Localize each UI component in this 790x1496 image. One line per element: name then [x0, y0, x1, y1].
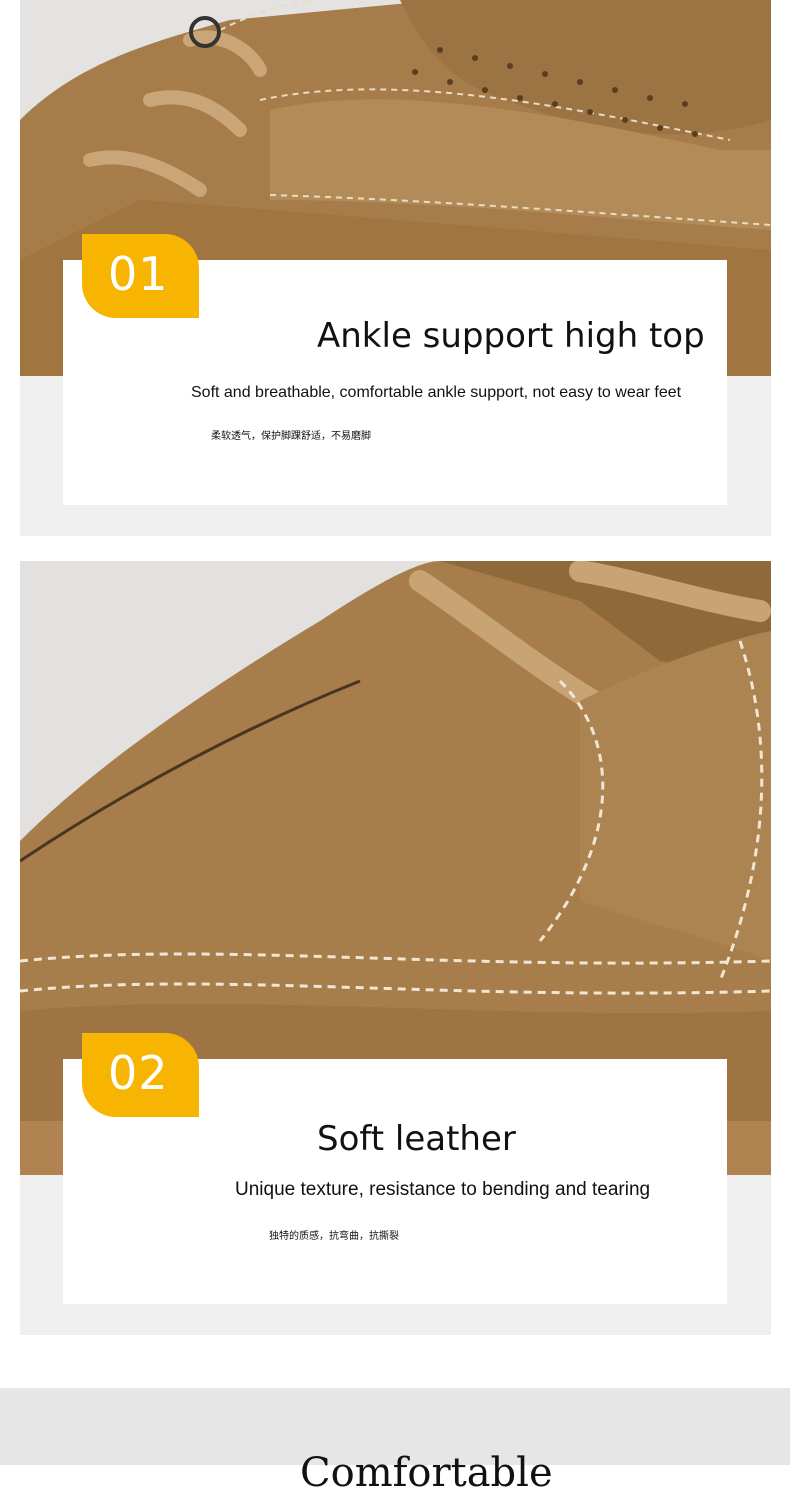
feature-subtitle-cn: 柔软透气，保护脚踝舒适，不易磨脚	[211, 431, 371, 442]
feature-title: Soft leather	[317, 1119, 516, 1159]
next-section-title: Comfortable	[300, 1450, 553, 1496]
feature-subtitle: Soft and breathable, comfortable ankle s…	[191, 384, 682, 401]
feature-subtitle-cn: 独特的质感，抗弯曲，抗撕裂	[269, 1231, 399, 1242]
feature-subtitle: Unique texture, resistance to bending an…	[235, 1179, 651, 1200]
feature-number-badge: 02	[82, 1033, 199, 1117]
feature-number-badge: 01	[82, 234, 199, 318]
feature-title: Ankle support high top	[317, 316, 705, 356]
